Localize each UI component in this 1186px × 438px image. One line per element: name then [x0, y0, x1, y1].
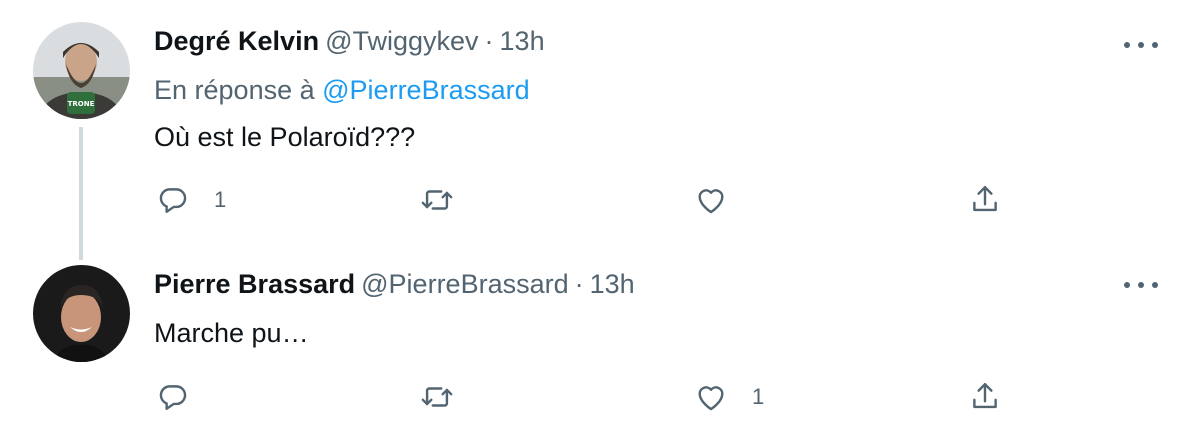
separator: ·	[484, 26, 494, 56]
dot	[1138, 282, 1144, 288]
avatar-bearded-man-icon: TRONE	[33, 22, 130, 119]
display-name[interactable]: Degré Kelvin	[154, 26, 319, 56]
retweet-button[interactable]	[420, 182, 478, 218]
retweet-button[interactable]	[420, 379, 478, 415]
timestamp[interactable]: 13h	[500, 26, 545, 56]
avatar[interactable]: TRONE	[33, 22, 130, 119]
dot	[1152, 42, 1158, 48]
reply-icon	[159, 385, 187, 410]
dot	[1138, 42, 1144, 48]
like-icon	[698, 386, 724, 411]
dot	[1124, 282, 1130, 288]
more-options-icon[interactable]	[1124, 275, 1158, 295]
more-options-icon[interactable]	[1124, 35, 1158, 55]
reply-prefix: En réponse à	[154, 75, 315, 105]
tweet[interactable]: TRONE Degré Kelvin @Twiggykev · 13h En répo…	[0, 0, 1186, 260]
timestamp[interactable]: 13h	[590, 269, 635, 299]
reply-button[interactable]	[156, 379, 214, 415]
separator: ·	[574, 269, 584, 299]
share-icon	[973, 383, 997, 409]
tweet-text: Où est le Polaroïd???	[154, 122, 416, 152]
retweet-icon	[421, 190, 453, 210]
share-button[interactable]	[968, 182, 1002, 218]
share-button[interactable]	[968, 379, 1002, 415]
retweet-icon	[421, 387, 453, 407]
reply-context: En réponse à @PierreBrassard	[154, 73, 530, 107]
tweet-text: Marche pu…	[154, 318, 309, 348]
user-handle[interactable]: @PierreBrassard	[361, 269, 568, 299]
avatar[interactable]	[33, 265, 130, 362]
tweet[interactable]: Pierre Brassard @PierreBrassard · 13h March…	[0, 245, 1186, 438]
reply-count: 1	[214, 187, 227, 212]
reply-icon	[159, 188, 187, 213]
avatar-can-label: TRONE	[68, 100, 95, 108]
tweet-actions: 1	[156, 182, 1036, 222]
like-button[interactable]: 1	[694, 379, 764, 415]
dot	[1152, 282, 1158, 288]
tweet-header: Degré Kelvin @Twiggykev · 13h	[154, 24, 545, 58]
user-handle[interactable]: @Twiggykev	[325, 26, 478, 56]
dot	[1124, 42, 1130, 48]
reply-mention-link[interactable]: @PierreBrassard	[322, 75, 529, 105]
display-name[interactable]: Pierre Brassard	[154, 269, 355, 299]
like-button[interactable]	[694, 182, 752, 218]
like-count: 1	[752, 384, 765, 409]
avatar-smiling-man-icon	[33, 265, 130, 362]
thread-connector	[79, 127, 83, 260]
like-icon	[698, 189, 724, 214]
tweet-actions: 1	[156, 379, 1036, 419]
reply-button[interactable]: 1	[156, 182, 226, 218]
share-icon	[973, 186, 997, 212]
tweet-header: Pierre Brassard @PierreBrassard · 13h	[154, 267, 635, 301]
